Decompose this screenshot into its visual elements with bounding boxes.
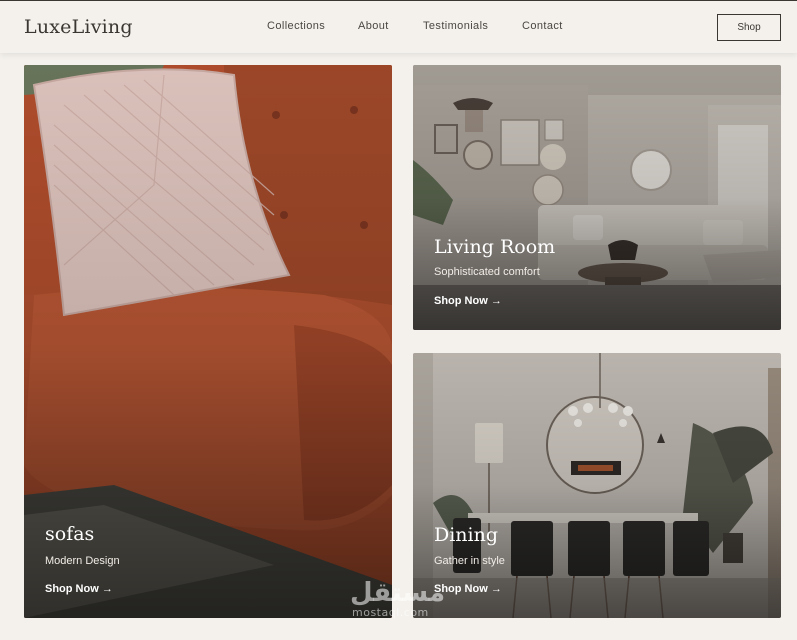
nav-collections[interactable]: Collections xyxy=(267,20,325,32)
image-overlay xyxy=(413,353,781,618)
watermark-logo: مستقل xyxy=(350,578,446,608)
nav-contact[interactable]: Contact xyxy=(522,20,563,32)
site-header: LuxeLiving Collections About Testimonial… xyxy=(0,0,797,53)
shop-now-link[interactable]: Shop Now → xyxy=(434,295,502,307)
dining-card[interactable]: Dining Gather in style Shop Now → xyxy=(413,353,781,618)
image-overlay xyxy=(413,65,781,330)
card-title: Living Room xyxy=(434,236,556,258)
shop-now-link[interactable]: Shop Now → xyxy=(45,583,113,595)
shop-button[interactable]: Shop xyxy=(717,14,781,41)
living-room-card[interactable]: Living Room Sophisticated comfort Shop N… xyxy=(413,65,781,330)
card-subtitle: Sophisticated comfort xyxy=(434,266,540,278)
card-title: sofas xyxy=(45,523,95,545)
card-subtitle: Gather in style xyxy=(434,555,505,567)
nav-testimonials[interactable]: Testimonials xyxy=(423,20,488,32)
card-title: Dining xyxy=(434,524,499,546)
card-subtitle: Modern Design xyxy=(45,555,120,567)
sofas-card[interactable]: sofas Modern Design Shop Now → xyxy=(24,65,392,618)
logo[interactable]: LuxeLiving xyxy=(24,16,133,38)
nav-about[interactable]: About xyxy=(358,20,389,32)
watermark: مستقل mostaql.com xyxy=(350,580,445,619)
